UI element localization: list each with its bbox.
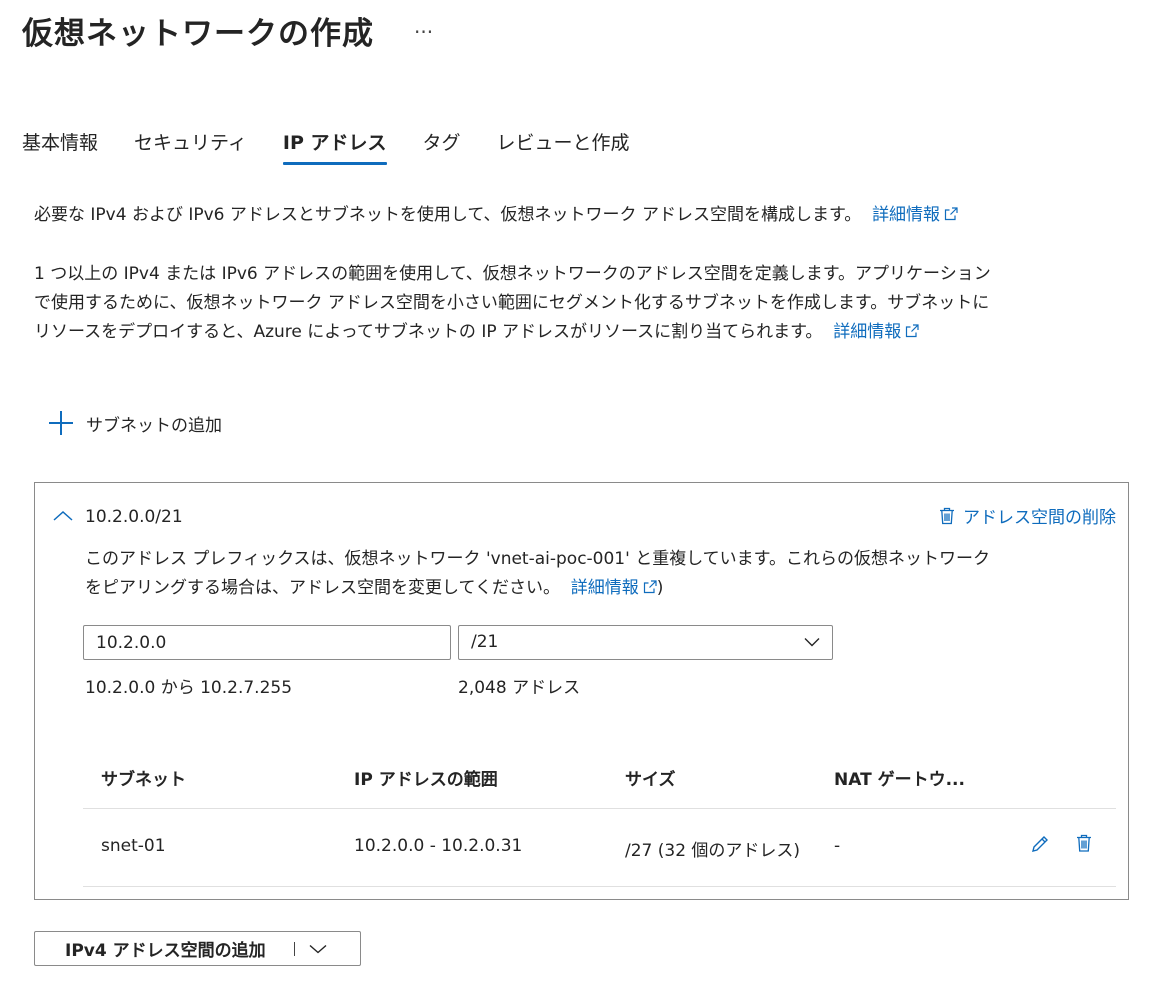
- intro-sentence: 必要な IPv4 および IPv6 アドレスとサブネットを使用して、仮想ネットワ…: [34, 205, 862, 225]
- page-title: 仮想ネットワークの作成: [22, 16, 374, 52]
- address-range-text: 10.2.0.0 から 10.2.7.255: [85, 678, 293, 698]
- tab-bar: 基本情報 セキュリティ IP アドレス タグ レビューと作成: [22, 128, 666, 165]
- prefix-select-value: /21: [471, 632, 499, 652]
- column-subnet: サブネット: [101, 770, 186, 790]
- intro-link-label: 詳細情報: [872, 205, 941, 225]
- subnet-nat-gateway: -: [834, 836, 841, 856]
- trash-icon: [940, 507, 954, 524]
- row-actions: [1004, 834, 1092, 858]
- tab-review-create[interactable]: レビューと作成: [497, 128, 630, 165]
- description-link-label: 詳細情報: [833, 322, 902, 342]
- description-line-1: 1 つ以上の IPv4 または IPv6 アドレスの範囲を使用して、仮想ネットワ…: [34, 264, 991, 284]
- add-subnet-label: サブネットの追加: [86, 415, 222, 436]
- warning-line-2: をピアリングする場合は、アドレス空間を変更してください。: [85, 578, 560, 598]
- add-ipv4-label: IPv4 アドレス空間の追加: [65, 941, 266, 961]
- subnet-table-header: サブネット IP アドレスの範囲 サイズ NAT ゲートウ...: [83, 753, 1116, 809]
- address-space-panel: 10.2.0.0/21 アドレス空間の削除 このアドレス プレフィックスは、仮想…: [34, 482, 1129, 900]
- delete-address-space-label: アドレス空間の削除: [963, 508, 1116, 528]
- description-learn-more-link[interactable]: 詳細情報: [833, 322, 919, 342]
- subnet-name-link[interactable]: snet-01: [101, 836, 166, 856]
- delete-address-space-button[interactable]: アドレス空間の削除: [939, 503, 1116, 528]
- tab-security[interactable]: セキュリティ: [134, 128, 247, 165]
- description-text: 1 つ以上の IPv4 または IPv6 アドレスの範囲を使用して、仮想ネットワ…: [34, 260, 991, 347]
- description-line-3: リソースをデプロイすると、Azure によってサブネットの IP アドレスがリソ…: [34, 322, 823, 342]
- tab-ip-addresses[interactable]: IP アドレス: [282, 128, 387, 165]
- column-size: サイズ: [625, 770, 676, 790]
- warning-link-label: 詳細情報: [570, 578, 639, 598]
- subnet-size: /27 (32 個のアドレス): [625, 841, 801, 861]
- split-divider: [293, 941, 295, 956]
- prefix-select[interactable]: /21: [458, 625, 833, 660]
- add-ipv4-address-space-button[interactable]: IPv4 アドレス空間の追加: [34, 931, 361, 966]
- title-row: 仮想ネットワークの作成 ···: [22, 8, 433, 53]
- address-input[interactable]: [83, 625, 451, 660]
- column-ip-range: IP アドレスの範囲: [354, 770, 498, 790]
- subnet-ip-range: 10.2.0.0 - 10.2.0.31: [354, 836, 523, 856]
- more-icon[interactable]: ···: [414, 20, 433, 44]
- trash-icon[interactable]: [1076, 834, 1092, 858]
- description-line-3-wrap: リソースをデプロイすると、Azure によってサブネットの IP アドレスがリソ…: [34, 318, 991, 347]
- chevron-down-icon[interactable]: [309, 944, 327, 954]
- column-nat-gateway: NAT ゲートウ...: [834, 770, 965, 790]
- external-link-icon: [643, 580, 657, 594]
- address-space-cidr: 10.2.0.0/21: [85, 507, 183, 527]
- external-link-icon: [906, 324, 919, 338]
- chevron-down-icon: [804, 638, 820, 647]
- plus-icon: [48, 410, 74, 436]
- description-line-2: で使用するために、仮想ネットワーク アドレス空間を小さい範囲にセグメント化するサ…: [34, 293, 990, 313]
- intro-text: 必要な IPv4 および IPv6 アドレスとサブネットを使用して、仮想ネットワ…: [34, 201, 958, 230]
- add-subnet-button[interactable]: サブネットの追加: [48, 410, 222, 436]
- external-link-icon: [944, 207, 958, 221]
- table-row: snet-01 10.2.0.0 - 10.2.0.31 /27 (32 個のア…: [83, 810, 1116, 887]
- tab-basics[interactable]: 基本情報: [22, 128, 98, 165]
- warning-close-paren: ): [656, 578, 664, 598]
- chevron-up-icon[interactable]: [53, 507, 73, 526]
- overlap-warning: このアドレス プレフィックスは、仮想ネットワーク 'vnet-ai-poc-00…: [85, 545, 1125, 603]
- tab-tags[interactable]: タグ: [423, 128, 461, 165]
- warning-learn-more-link[interactable]: 詳細情報: [571, 578, 657, 598]
- address-count-text: 2,048 アドレス: [458, 678, 581, 698]
- warning-line-2-wrap: をピアリングする場合は、アドレス空間を変更してください。 詳細情報): [85, 574, 1125, 603]
- warning-line-1: このアドレス プレフィックスは、仮想ネットワーク 'vnet-ai-poc-00…: [85, 549, 990, 569]
- pencil-icon[interactable]: [1030, 834, 1050, 858]
- intro-learn-more-link[interactable]: 詳細情報: [872, 205, 958, 225]
